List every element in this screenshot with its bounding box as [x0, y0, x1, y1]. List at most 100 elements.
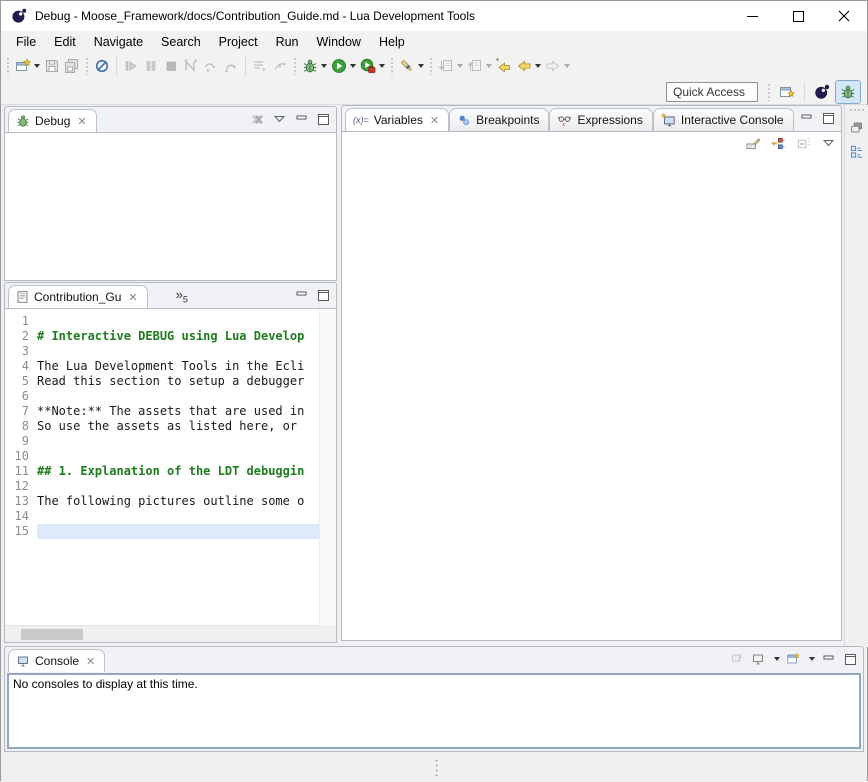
editor-line[interactable]: 12	[5, 479, 319, 494]
quick-access-input[interactable]: Quick Access	[666, 82, 758, 102]
pin-console-icon[interactable]	[727, 651, 745, 667]
show-logical-structure-icon[interactable]	[769, 135, 787, 151]
debug-view-minimize-icon[interactable]	[292, 111, 310, 127]
tab-variables-close-icon[interactable]: ✕	[430, 114, 439, 127]
tab-contribution-guide-close-icon[interactable]: ✕	[128, 291, 137, 304]
step-return-button[interactable]	[221, 55, 241, 77]
previous-annotation-button[interactable]	[465, 55, 494, 77]
toolbar-drag-handle[interactable]	[390, 57, 394, 75]
step-over-button[interactable]	[201, 55, 221, 77]
use-step-filters-button[interactable]	[270, 55, 290, 77]
editor-line[interactable]: 14	[5, 509, 319, 524]
console-minimize-icon[interactable]	[819, 651, 837, 667]
outline-view-icon[interactable]	[848, 143, 866, 159]
new-wizard-button[interactable]	[13, 55, 42, 77]
menu-window[interactable]: Window	[308, 33, 370, 51]
tab-debug[interactable]: Debug ✕	[8, 109, 97, 132]
editor-line[interactable]: 4The Lua Development Tools in the Ecli	[5, 359, 319, 374]
forward-button[interactable]	[543, 55, 572, 77]
suspend-button[interactable]	[141, 55, 161, 77]
open-console-icon[interactable]	[784, 651, 802, 667]
trim-drag-handle[interactable]	[849, 108, 865, 113]
save-all-button[interactable]	[62, 55, 82, 77]
editor-overflow-chevron[interactable]: »5	[176, 287, 188, 305]
line-number: 5	[5, 374, 37, 389]
toolbar-drag-handle[interactable]	[293, 57, 297, 75]
toolbar-drag-handle[interactable]	[6, 57, 10, 75]
variables-maximize-icon[interactable]	[819, 110, 837, 126]
debug-perspective-button[interactable]	[835, 80, 861, 104]
debug-view-menu-icon[interactable]	[270, 111, 288, 127]
editor-line[interactable]: 6	[5, 389, 319, 404]
editor-line[interactable]: 1	[5, 314, 319, 329]
perspective-bar-drag-handle[interactable]	[767, 83, 771, 101]
menu-navigate[interactable]: Navigate	[85, 33, 152, 51]
editor-vertical-scrollbar[interactable]	[319, 310, 336, 625]
editor-line[interactable]: 13The following pictures outline some o	[5, 494, 319, 509]
line-text	[37, 449, 319, 464]
tab-variables[interactable]: (x)= Variables ✕	[345, 108, 449, 131]
variables-minimize-icon[interactable]	[797, 110, 815, 126]
editor-lines[interactable]: 12# Interactive DEBUG using Lua Develop3…	[5, 309, 319, 539]
variables-view-menu-icon[interactable]	[819, 135, 837, 151]
lua-perspective-button[interactable]	[809, 80, 835, 104]
edit-watch-expression-icon[interactable]	[744, 135, 762, 151]
debug-button[interactable]	[300, 55, 329, 77]
back-button[interactable]	[514, 55, 543, 77]
marker-pen-button[interactable]	[397, 55, 426, 77]
editor-line[interactable]: 7**Note:** The assets that are used in	[5, 404, 319, 419]
restore-view-icon[interactable]	[848, 119, 866, 135]
close-window-button[interactable]	[821, 1, 867, 31]
horizontal-scroll-thumb[interactable]	[21, 629, 83, 640]
skip-all-breakpoints-button[interactable]	[92, 55, 112, 77]
menu-run[interactable]: Run	[267, 33, 308, 51]
next-annotation-button[interactable]	[436, 55, 465, 77]
tab-contribution-guide[interactable]: Contribution_Gu ✕	[8, 285, 148, 308]
menu-edit[interactable]: Edit	[45, 33, 85, 51]
step-into-button[interactable]	[181, 55, 201, 77]
save-button[interactable]	[42, 55, 62, 77]
run-button[interactable]	[329, 55, 358, 77]
display-console-menu-caret[interactable]	[774, 657, 780, 661]
terminate-button[interactable]	[161, 55, 181, 77]
toolbar-drag-handle[interactable]	[429, 57, 433, 75]
menu-project[interactable]: Project	[210, 33, 267, 51]
editor-line[interactable]: 2# Interactive DEBUG using Lua Develop	[5, 329, 319, 344]
last-edit-location-button[interactable]: *	[494, 55, 514, 77]
editor-line[interactable]: 11## 1. Explanation of the LDT debuggin	[5, 464, 319, 479]
resume-button[interactable]	[121, 55, 141, 77]
editor-minimize-icon[interactable]	[292, 287, 310, 303]
toolbar-drag-handle[interactable]	[85, 57, 89, 75]
remove-all-terminated-button[interactable]	[248, 111, 266, 127]
tab-expressions[interactable]: x Expressions	[549, 108, 652, 131]
tab-breakpoints[interactable]: Breakpoints	[449, 108, 549, 131]
editor-line[interactable]: 8So use the assets as listed here, or	[5, 419, 319, 434]
tab-console-close-icon[interactable]: ✕	[86, 655, 95, 668]
variables-view: (x)= Variables ✕ Breakpoints x Expressi	[341, 105, 842, 641]
debug-view-maximize-icon[interactable]	[314, 111, 332, 127]
open-console-menu-caret[interactable]	[809, 657, 815, 661]
editor-line[interactable]: 9	[5, 434, 319, 449]
console-maximize-icon[interactable]	[841, 651, 859, 667]
maximize-window-button[interactable]	[775, 1, 821, 31]
drop-to-frame-button[interactable]	[250, 55, 270, 77]
editor-maximize-icon[interactable]	[314, 287, 332, 303]
editor-line[interactable]: 3	[5, 344, 319, 359]
display-selected-console-icon[interactable]	[749, 651, 767, 667]
editor-content[interactable]: 12# Interactive DEBUG using Lua Develop3…	[5, 308, 336, 642]
tab-console[interactable]: Console ✕	[8, 649, 105, 672]
editor-line[interactable]: 15	[5, 524, 319, 539]
tab-interactive-console[interactable]: Interactive Console	[653, 108, 794, 131]
editor-line[interactable]: 5Read this section to setup a debugger	[5, 374, 319, 389]
editor-line[interactable]: 10	[5, 449, 319, 464]
status-bar-drag-handle[interactable]	[434, 758, 439, 778]
external-tools-button[interactable]	[358, 55, 387, 77]
menu-file[interactable]: File	[7, 33, 45, 51]
menu-search[interactable]: Search	[152, 33, 210, 51]
editor-horizontal-scrollbar[interactable]	[5, 625, 319, 642]
collapse-all-icon[interactable]	[794, 135, 812, 151]
open-perspective-button[interactable]	[774, 80, 800, 104]
menu-help[interactable]: Help	[370, 33, 414, 51]
tab-debug-close-icon[interactable]: ✕	[77, 115, 86, 128]
minimize-window-button[interactable]	[729, 1, 775, 31]
